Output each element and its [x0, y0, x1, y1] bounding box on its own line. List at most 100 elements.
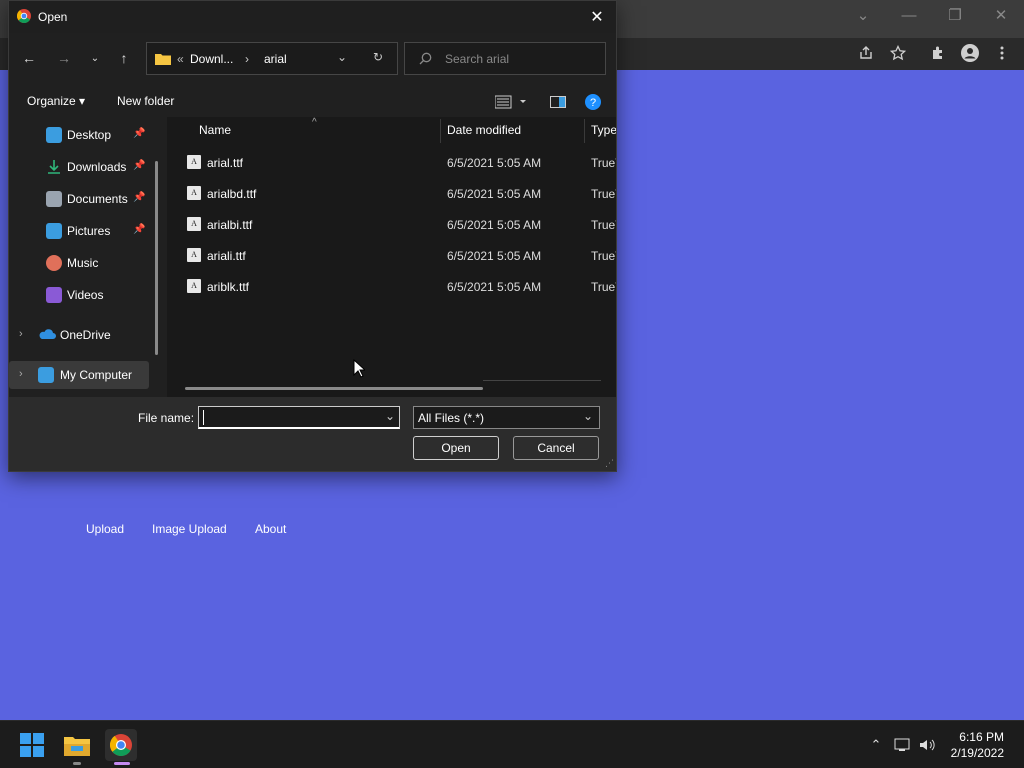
horizontal-scrollbar[interactable] [185, 387, 483, 390]
file-row[interactable]: A ariali.ttf 6/5/2021 5:05 AM TrueType [183, 242, 616, 270]
bookmark-star-icon[interactable] [886, 42, 910, 64]
chrome-taskbar-icon[interactable] [105, 729, 137, 761]
show-hidden-icons-chevron-icon[interactable]: ⌃ [866, 736, 886, 754]
nav-scrollbar[interactable] [155, 161, 158, 355]
resize-grip-icon[interactable]: ⋰ [605, 458, 614, 469]
column-divider[interactable] [584, 119, 585, 143]
file-name-history-chevron-icon[interactable]: ⌄ [385, 409, 395, 423]
search-placeholder: Search arial [445, 52, 510, 66]
file-row[interactable]: A ariblk.ttf 6/5/2021 5:05 AM TrueType [183, 273, 616, 301]
minimize-button[interactable]: — [894, 4, 924, 26]
nav-item-downloads[interactable]: Downloads 📌 [9, 153, 159, 181]
font-file-icon: A [187, 279, 201, 293]
pin-icon: 📌 [133, 224, 146, 235]
nav-item-videos[interactable]: Videos [9, 281, 159, 309]
address-bar[interactable]: « Downl... › arial ⌄ ↻ [146, 42, 398, 75]
extensions-icon[interactable] [926, 42, 950, 64]
nav-item-documents[interactable]: Documents 📌 [9, 185, 159, 213]
dialog-close-button[interactable]: ✕ [584, 5, 610, 29]
up-arrow-icon[interactable]: ↑ [113, 47, 135, 69]
svg-text:?: ? [590, 97, 596, 109]
onedrive-cloud-icon [38, 327, 56, 343]
search-box[interactable]: Search arial [404, 42, 606, 75]
nav-link-image-upload[interactable]: Image Upload [152, 522, 227, 536]
nav-item-desktop[interactable]: Desktop 📌 [9, 121, 159, 149]
help-icon[interactable]: ? [585, 94, 601, 113]
filter-chevron-icon[interactable]: ⌄ [583, 409, 593, 423]
recent-locations-chevron-icon[interactable]: ⌄ [84, 47, 106, 69]
restore-button[interactable]: ❐ [940, 4, 970, 26]
file-name-input[interactable]: ⌄ [198, 406, 400, 429]
column-header-date[interactable]: Date modified [447, 123, 521, 137]
file-list: ^ Name Date modified Type A arial.ttf 6/… [167, 117, 616, 397]
font-file-icon: A [187, 155, 201, 169]
view-options-icon[interactable] [494, 95, 527, 112]
sort-ascending-icon: ^ [312, 117, 317, 128]
navigation-pane: Desktop 📌 Downloads 📌 Documents 📌 Pictur… [9, 117, 165, 397]
mouse-cursor-icon [353, 358, 367, 381]
close-window-button[interactable]: ✕ [986, 4, 1016, 26]
videos-icon [46, 287, 62, 303]
preview-pane-icon[interactable] [550, 95, 566, 112]
chrome-logo-icon [16, 9, 31, 24]
pin-icon: 📌 [133, 192, 146, 203]
column-divider[interactable] [440, 119, 441, 143]
nav-link-about[interactable]: About [255, 522, 286, 536]
horizontal-scroll-track [483, 380, 601, 381]
dialog-footer: File name: ⌄ All Files (*.*) ⌄ Open Canc… [9, 397, 616, 471]
file-explorer-icon[interactable] [61, 729, 93, 761]
dialog-titlebar[interactable]: Open ✕ [9, 1, 616, 33]
file-row[interactable]: A arialbd.ttf 6/5/2021 5:05 AM TrueType [183, 180, 616, 208]
open-file-dialog: Open ✕ ← → ⌄ ↑ « Downl... › arial ⌄ ↻ Se… [8, 0, 617, 472]
nav-item-music[interactable]: Music [9, 249, 159, 277]
search-icon [419, 52, 432, 68]
desktop-icon [46, 127, 62, 143]
command-bar: Organize ▾ New folder ? [9, 87, 616, 117]
address-overflow[interactable]: « [177, 52, 184, 66]
expand-chevron-icon[interactable]: › [19, 368, 23, 380]
breadcrumb-arial[interactable]: arial [264, 52, 287, 66]
breadcrumb-downloads[interactable]: Downl... [190, 52, 233, 66]
forward-arrow-icon[interactable]: → [53, 47, 75, 69]
refresh-icon[interactable]: ↻ [373, 50, 383, 64]
documents-icon [46, 191, 62, 207]
breadcrumb-separator-icon: › [245, 52, 249, 66]
volume-icon[interactable] [918, 736, 938, 754]
organize-button[interactable]: Organize ▾ [27, 94, 85, 108]
new-folder-button[interactable]: New folder [117, 94, 174, 108]
music-icon [46, 255, 62, 271]
windows-start-icon[interactable] [16, 729, 48, 761]
running-indicator [73, 762, 81, 765]
computer-icon [38, 367, 54, 383]
dialog-title: Open [38, 10, 68, 24]
nav-item-pictures[interactable]: Pictures 📌 [9, 217, 159, 245]
pin-icon: 📌 [133, 160, 146, 171]
back-arrow-icon[interactable]: ← [18, 47, 40, 69]
clock-date: 2/19/2022 [950, 746, 1004, 760]
column-header-name[interactable]: Name [199, 123, 231, 137]
font-file-icon: A [187, 186, 201, 200]
pin-icon: 📌 [133, 128, 146, 139]
menu-kebab-icon[interactable] [990, 42, 1014, 64]
file-row[interactable]: A arial.ttf 6/5/2021 5:05 AM TrueType [183, 149, 616, 177]
file-type-filter[interactable]: All Files (*.*) ⌄ [413, 406, 600, 429]
nav-item-onedrive[interactable]: › OneDrive [9, 321, 159, 349]
profile-icon[interactable] [958, 42, 982, 64]
downloads-icon [46, 159, 62, 175]
nav-item-my-computer[interactable]: › My Computer [9, 361, 149, 389]
share-icon[interactable] [854, 42, 878, 64]
clock-time: 6:16 PM [959, 730, 1004, 744]
file-row[interactable]: A arialbi.ttf 6/5/2021 5:05 AM TrueType [183, 211, 616, 239]
tab-search-icon[interactable]: ⌄ [848, 4, 878, 26]
column-header-type[interactable]: Type [591, 123, 616, 137]
address-history-chevron-icon[interactable]: ⌄ [337, 50, 347, 64]
folder-icon [155, 52, 171, 65]
font-file-icon: A [187, 217, 201, 231]
open-button[interactable]: Open [413, 436, 499, 460]
system-clock[interactable]: 6:16 PM 2/19/2022 [951, 729, 1004, 761]
cancel-button[interactable]: Cancel [513, 436, 599, 460]
nav-link-upload[interactable]: Upload [86, 522, 124, 536]
taskbar: ⌃ 6:16 PM 2/19/2022 [0, 720, 1024, 768]
network-icon[interactable] [893, 736, 913, 754]
expand-chevron-icon[interactable]: › [19, 328, 23, 340]
